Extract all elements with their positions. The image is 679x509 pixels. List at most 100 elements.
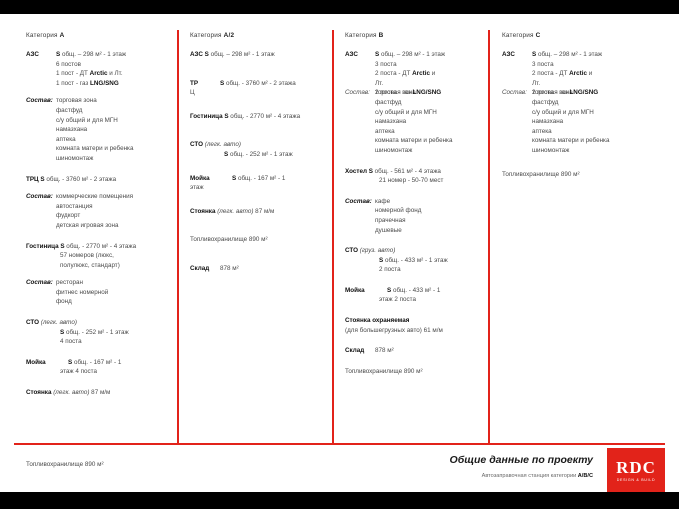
trc-a: ТРЦ S общ. - 3760 м² - 2 этажа xyxy=(26,175,117,183)
sostav-b2-1: номерной фонд xyxy=(375,207,422,215)
wash-b-floor: этаж 2 поста xyxy=(379,296,416,304)
sostav-a2-0: коммерческие помещения xyxy=(56,193,134,201)
sto-a2-area: S общ. - 252 м² - 1 этаж xyxy=(224,150,293,158)
azs-c-area: S общ. – 298 м² - 1 этаж xyxy=(532,51,603,58)
sostav-c-6: шиномонтаж xyxy=(532,146,570,154)
sostav-a3-2: фонд xyxy=(56,298,72,306)
sostav-a1-6: шиномонтаж xyxy=(56,154,94,162)
sostav-a3-1: фитнес номерной xyxy=(56,288,109,296)
block-wash-a2: Мойка S общ. - 167 м² - 1 этаж xyxy=(190,174,330,193)
sostav-a1-2: с/у общий и для МГН xyxy=(56,116,118,124)
fuel-storage-a2: Топливохранилище 890 м² xyxy=(190,236,268,244)
fuel-storage-b: Топливохранилище 890 м² xyxy=(345,367,423,375)
column-category-b: Категория B АЗС S общ. – 298 м² - 1 этаж… xyxy=(345,32,490,384)
parking-a: Стоянка (легк. авто) 87 м/м xyxy=(26,389,111,397)
sto-a2-label: СТО (легк. авто) xyxy=(190,141,241,149)
azs-dt-a: 1 пост - ДТ Arctic и Лт. xyxy=(56,70,123,78)
block-sto-a2: СТО (легк. авто) S общ. - 252 м² - 1 эта… xyxy=(190,140,330,159)
label-trc-a2-1: ТР xyxy=(190,79,199,87)
azs-c-gas: 2 поста - газ LNG/SNG xyxy=(532,89,599,97)
sostav-b-3: намазхана xyxy=(375,118,407,126)
column-a-heading: Категория A xyxy=(26,32,65,39)
block-fuel-a2: Топливохранилище 890 м² xyxy=(190,235,330,245)
azs-c-posts: 3 поста xyxy=(532,60,554,68)
label-sostav-a3: Состав: xyxy=(26,279,53,287)
sostav-c-4: аптека xyxy=(532,127,552,135)
hotel-a2: Гостиница S общ. - 2770 м² - 4 этажа xyxy=(190,112,301,120)
label-azs-b: АЗС xyxy=(345,51,358,58)
column-a2-heading: Категория A/2 xyxy=(190,32,235,39)
sostav-c-1: фастфуд xyxy=(532,98,559,106)
block-fuel-b: Топливохранилище 890 м² xyxy=(345,367,490,377)
azs-gas-a: 1 пост - газ LNG/SNG xyxy=(56,79,119,87)
sostav-b-2: с/у общий и для МГН xyxy=(375,108,437,116)
sostav-a2-3: детская игровая зона xyxy=(56,221,119,229)
sklad-b-area: 878 м² xyxy=(375,347,394,355)
block-parking-a: Стоянка (легк. авто) 87 м/м xyxy=(26,388,176,398)
rdc-logo: RDC DESIGN & BUILD xyxy=(607,448,665,492)
parking-a2: Стоянка (легк. авто) 87 м/м xyxy=(190,207,275,215)
sostav-a1-1: фастфуд xyxy=(56,106,83,114)
sostav-b2-0: кафе xyxy=(375,197,391,205)
footer-title: Общие данные по проекту xyxy=(449,454,593,466)
sostav-a1-3: намазхана xyxy=(56,126,88,134)
column-divider-1 xyxy=(177,30,179,444)
block-azs-a: АЗС S общ. – 298 м² - 1 этаж 6 постов 1 … xyxy=(26,50,176,88)
fuel-storage-c: Топливохранилище 890 м² xyxy=(502,170,580,178)
azs-a2: АЗС S общ. – 298 м² - 1 этаж xyxy=(190,51,275,58)
block-azs-b: АЗС S общ. – 298 м² - 1 этаж 3 поста 2 п… xyxy=(345,50,490,156)
overlap-row-c: Состав: торговая зона 2 поста - газ LNG/… xyxy=(502,88,662,98)
block-sostav-azs-a: Состав: торговая зона фастфуд с/у общий … xyxy=(26,96,176,163)
label-trc-a2-2: Ц xyxy=(190,89,195,97)
block-sklad-a2: Склад 878 м² xyxy=(190,264,330,274)
block-sto-a: СТО (легк. авто) S общ. - 252 м² - 1 эта… xyxy=(26,318,176,347)
sostav-b-4: аптека xyxy=(375,127,395,135)
azs-b-dt: 2 поста - ДТ Arctic и xyxy=(375,70,436,78)
hostel-b-1: 21 номер - 50-70 мест xyxy=(379,177,444,185)
block-parking-a2: Стоянка (легк. авто) 87 м/м xyxy=(190,207,330,217)
block-hostel-b: Хостел S общ. - 561 м² - 4 этажа 21 номе… xyxy=(345,167,490,186)
label-sostav-a2: Состав: xyxy=(26,193,53,201)
block-sto-b: СТО (груз. авто) S общ. - 433 м² - 1 эта… xyxy=(345,246,490,275)
column-category-a2: Категория A/2 АЗС S общ. – 298 м² - 1 эт… xyxy=(190,32,330,282)
label-sklad-a2: Склад xyxy=(190,264,210,272)
wash-a2-area: S общ. - 167 м² - 1 xyxy=(232,174,286,182)
label-wash-b: Мойка xyxy=(345,286,365,294)
hostel-b-0: Хостел S общ. - 561 м² - 4 этажа xyxy=(345,167,441,175)
azs-b-posts: 3 поста xyxy=(375,60,397,68)
block-sklad-b: Склад 878 м² xyxy=(345,346,490,356)
sostav-a1-0: торговая зона xyxy=(56,97,97,105)
sostav-b2-3: душевые xyxy=(375,226,402,234)
parking-b-label: Стоянка охраняемая xyxy=(345,317,410,325)
block-wash-b: Мойка S общ. - 433 м² - 1 этаж 2 поста xyxy=(345,286,490,305)
block-hotel-a2: Гостиница S общ. - 2770 м² - 4 этажа xyxy=(190,112,330,122)
hotel-a-0: Гостиница S общ. - 2770 м² - 4 этажа xyxy=(26,242,137,250)
logo-main-text: RDC xyxy=(616,457,656,477)
sostav-b-1: фастфуд xyxy=(375,98,402,106)
azs-b-gas: 2 поста - газ LNG/SNG xyxy=(375,89,442,97)
column-b-heading: Категория B xyxy=(345,32,384,39)
sto-a-posts: 4 поста xyxy=(60,338,82,346)
wash-a-area: S общ. - 167 м² - 1 xyxy=(68,358,122,366)
column-divider-2 xyxy=(332,30,334,444)
sostav-b2-2: прачечная xyxy=(375,216,406,224)
block-parking-b: Стоянка охраняемая (для большегрузных ав… xyxy=(345,316,490,335)
block-hotel-a: Гостиница S общ. - 2770 м² - 4 этажа 57 … xyxy=(26,242,176,271)
block-sostav-hotel-a: Состав: ресторан фитнес номерной фонд xyxy=(26,278,176,307)
azs-area-a: S общ. – 298 м² - 1 этаж xyxy=(56,51,127,58)
sostav-a1-5: комната матери и ребенка xyxy=(56,145,134,153)
label-wash-a: Мойка xyxy=(26,358,46,366)
hotel-a-2: полулюкс, стандарт) xyxy=(60,261,120,269)
column-category-c: Категория C АЗС S общ. – 298 м² - 1 этаж… xyxy=(502,32,662,187)
block-sostav-hostel-b: Состав: кафе номерной фонд прачечная душ… xyxy=(345,197,490,235)
sostav-c-5: комната матери и ребенка xyxy=(532,137,610,145)
bottom-black-bar xyxy=(0,492,679,509)
block-azs-c: АЗС S общ. – 298 м² - 1 этаж 3 поста 2 п… xyxy=(502,50,662,156)
hotel-a-1: 57 номеров (люкс, xyxy=(60,252,114,260)
sklad-a2-area: 878 м² xyxy=(220,264,239,272)
sostav-b-6: шиномонтаж xyxy=(375,146,413,154)
block-wash-a: Мойка S общ. - 167 м² - 1 этаж 4 поста xyxy=(26,358,176,377)
logo-tagline: DESIGN & BUILD xyxy=(616,477,656,482)
label-sostav-c: Состав: xyxy=(502,89,527,97)
sto-b-area: S общ. - 433 м² - 1 этаж xyxy=(379,256,448,264)
